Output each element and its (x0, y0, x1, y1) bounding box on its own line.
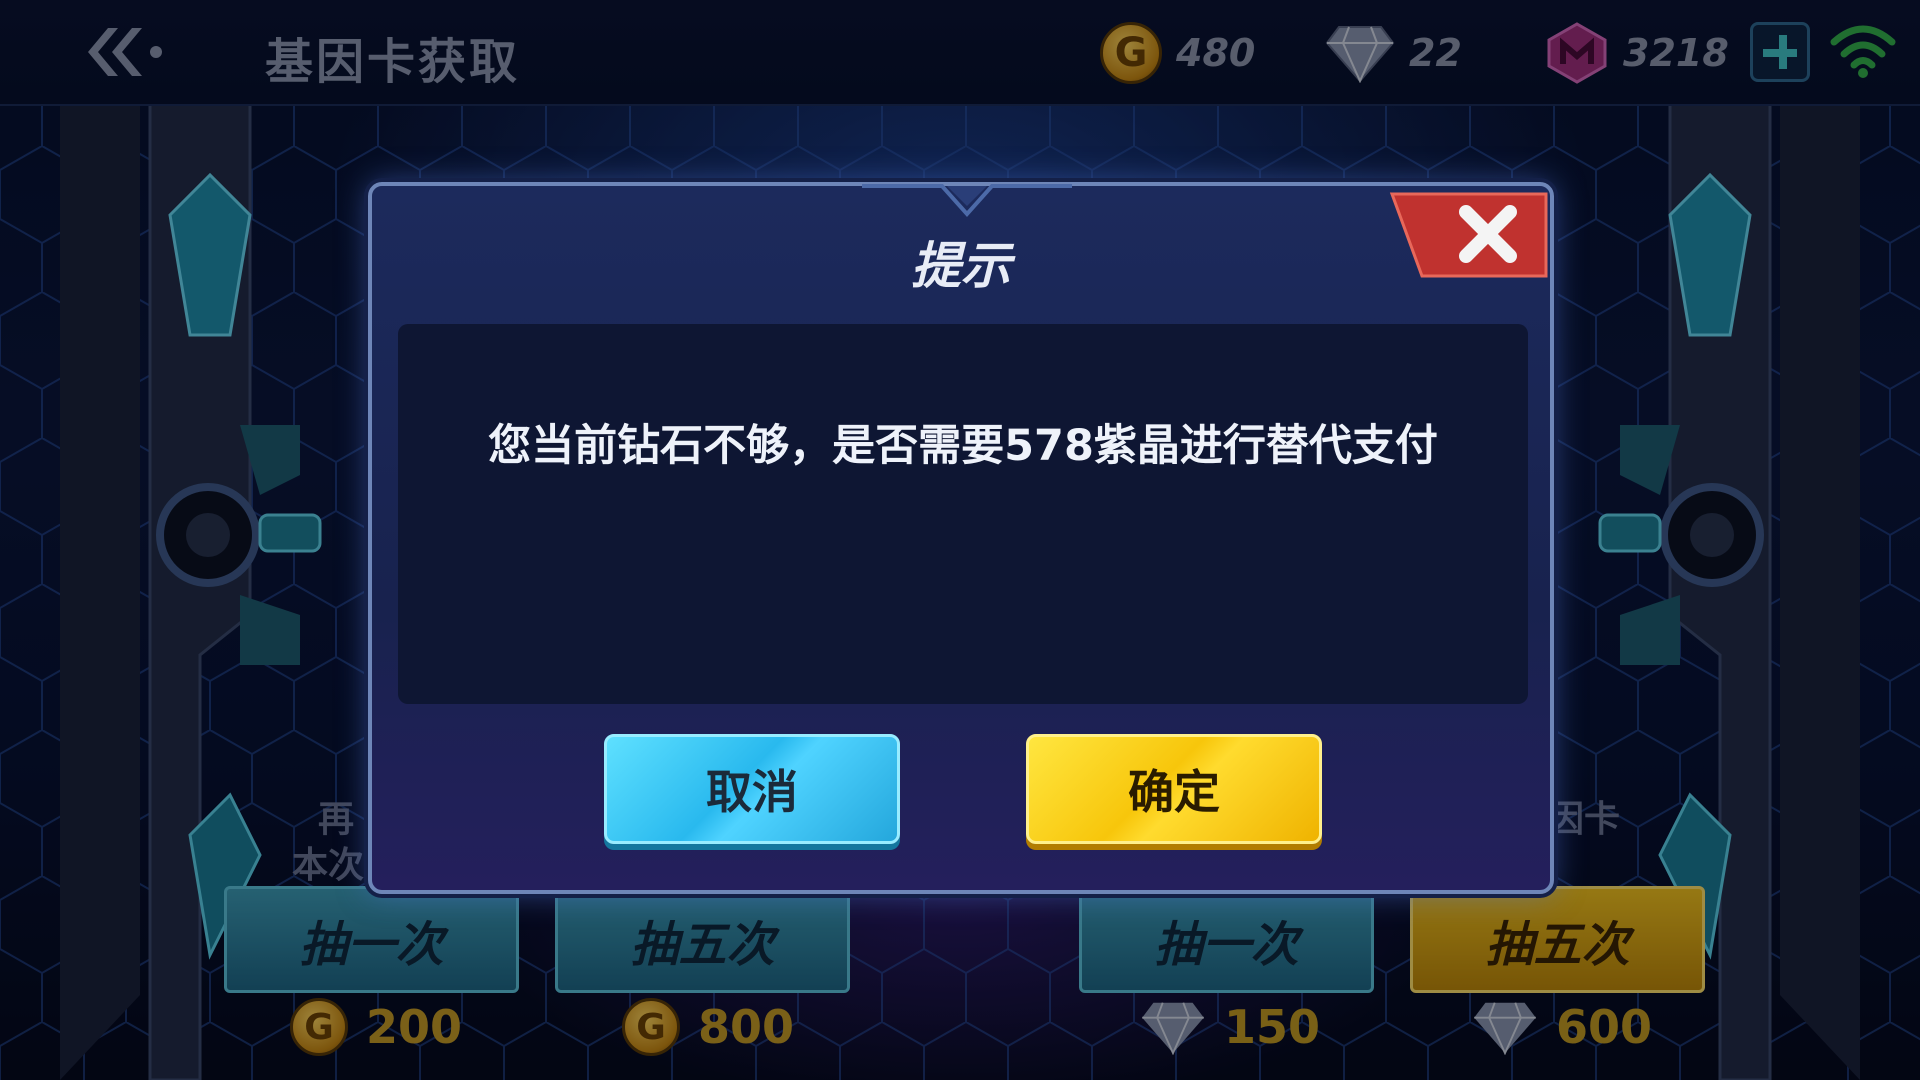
game-screen: 基因卡获取 G 480 22 3218 再 本次 因卡 抽一次 抽五次 抽一次 … (0, 0, 1920, 1080)
dialog-top-ornament (862, 184, 1072, 218)
dialog-title: 提示 (911, 237, 1011, 295)
message-panel: 您当前钻石不够，是否需要578紫晶进行替代支付 (398, 324, 1528, 704)
confirm-button[interactable]: 确定 (1026, 734, 1322, 844)
cancel-button[interactable]: 取消 (604, 734, 900, 844)
dialog-message: 您当前钻石不够，是否需要578紫晶进行替代支付 (488, 421, 1438, 471)
close-icon[interactable] (1388, 192, 1550, 282)
insufficient-diamonds-dialog: 提示 您当前钻石不够，是否需要578紫晶进行替代支付 取消 确定 (368, 182, 1554, 894)
